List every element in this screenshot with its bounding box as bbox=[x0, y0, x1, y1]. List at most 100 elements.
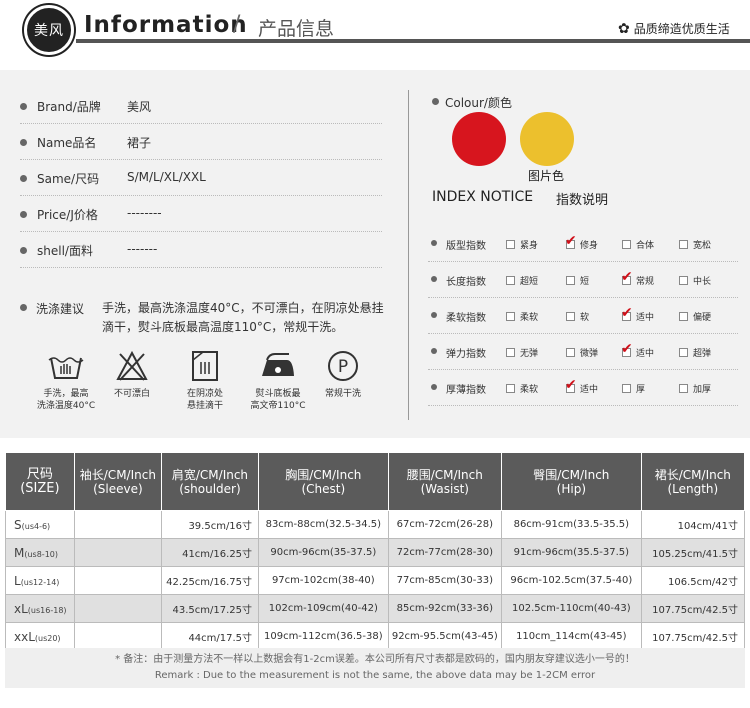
no-bleach-icon bbox=[116, 350, 148, 381]
slogan: ✿ 品质缔造优质生活 bbox=[618, 20, 730, 37]
check-icon: ✔ bbox=[621, 269, 633, 285]
index-row: 弹力指数 无弹 微弹 ✔ 适中 超弹 bbox=[428, 334, 738, 370]
header-en: (Length) bbox=[667, 481, 719, 496]
index-option[interactable]: 无弹 bbox=[506, 346, 538, 359]
dry-clean-icon: P bbox=[328, 351, 358, 381]
table-header-row: 尺码 (SIZE) 袖长/CM/Inch (Sleeve) 肩宽/CM/Inch (s… bbox=[5, 452, 746, 511]
index-option[interactable]: 中长 bbox=[679, 274, 711, 287]
table-row: S(us4-6) 39.5cm/16寸 83cm-88cm(32.5-34.5) 67… bbox=[5, 510, 746, 539]
index-name: 厚薄指数 bbox=[446, 385, 486, 396]
index-name: 柔软指数 bbox=[446, 313, 486, 324]
checkbox[interactable] bbox=[566, 276, 575, 285]
checkbox[interactable]: ✔ bbox=[565, 233, 577, 249]
info-row-fabric: shell/面料 ------- bbox=[20, 232, 382, 268]
header-en: (Sleeve) bbox=[93, 481, 143, 496]
checkbox[interactable]: ✔ bbox=[621, 341, 633, 357]
checkbox[interactable] bbox=[506, 312, 515, 321]
index-name: 弹力指数 bbox=[446, 349, 486, 360]
header-waist: 腰围/CM/Inch (Wasist) bbox=[387, 452, 502, 511]
checkbox[interactable] bbox=[506, 384, 515, 393]
size-name: xxL bbox=[14, 629, 35, 644]
care-caption: 手洗，最高 bbox=[43, 389, 89, 399]
info-label: Brand/品牌 bbox=[37, 100, 101, 114]
size-us: (us8-10) bbox=[24, 549, 58, 559]
bullet-icon bbox=[431, 384, 437, 390]
hip-cell: 102.5cm-110cm(40-43) bbox=[500, 594, 642, 623]
header-size: 尺码 (SIZE) bbox=[5, 452, 75, 511]
bullet-icon bbox=[20, 103, 27, 110]
option-label: 厚 bbox=[636, 385, 646, 395]
option-label: 软 bbox=[580, 313, 590, 323]
checkbox[interactable] bbox=[679, 276, 688, 285]
index-option[interactable]: 短 bbox=[566, 274, 589, 287]
header-en: (Hip) bbox=[556, 481, 586, 496]
option-label: 微弹 bbox=[580, 349, 599, 359]
index-option[interactable]: ✔ 修身 bbox=[565, 233, 598, 251]
header-cn: 胸围/CM/Inch bbox=[285, 467, 362, 482]
index-option[interactable]: 超弹 bbox=[679, 346, 711, 359]
bullet-icon bbox=[20, 139, 27, 146]
option-label: 适中 bbox=[580, 385, 599, 395]
option-label: 适中 bbox=[636, 349, 655, 359]
info-panel: Brand/品牌 美风 Name品名 裙子 Same/尺码 S/M/L/XL/X… bbox=[0, 70, 750, 438]
size-name: xL bbox=[14, 601, 28, 616]
info-value: -------- bbox=[127, 206, 162, 220]
checkbox[interactable] bbox=[566, 348, 575, 357]
waist-cell: 92cm-95.5cm(43-45) bbox=[387, 622, 502, 651]
header-cn: 腰围/CM/Inch bbox=[406, 467, 483, 482]
checkbox[interactable] bbox=[679, 240, 688, 249]
checkbox[interactable] bbox=[679, 384, 688, 393]
index-option[interactable]: ✔ 适中 bbox=[621, 341, 655, 359]
index-option[interactable]: 合体 bbox=[622, 238, 654, 251]
index-row: 长度指数 超短 短 ✔ 常规 中长 bbox=[428, 262, 738, 298]
flower-icon: ✿ bbox=[618, 20, 630, 37]
index-option[interactable]: ✔ 适中 bbox=[565, 377, 599, 395]
note-cn: * 备注：由于测量方法不一样以上数据会有1-2cm误差。本公司所有尺寸表都是欧码… bbox=[115, 654, 635, 665]
checkbox[interactable]: ✔ bbox=[621, 269, 633, 285]
bullet-icon bbox=[432, 98, 439, 105]
check-icon: ✔ bbox=[621, 341, 633, 357]
option-label: 适中 bbox=[636, 313, 655, 323]
table-row: M(us8-10) 41cm/16.25寸 90cm-96cm(35-37.5) 72… bbox=[5, 538, 746, 567]
size-note: * 备注：由于测量方法不一样以上数据会有1-2cm误差。本公司所有尺寸表都是欧码… bbox=[5, 648, 745, 688]
index-option[interactable]: 柔软 bbox=[506, 382, 538, 395]
index-option[interactable]: 柔软 bbox=[506, 310, 538, 323]
index-option[interactable]: 加厚 bbox=[679, 382, 711, 395]
header-length: 裙长/CM/Inch (Length) bbox=[640, 452, 746, 511]
waist-cell: 85cm-92cm(33-36) bbox=[387, 594, 502, 623]
checkbox[interactable]: ✔ bbox=[621, 305, 633, 321]
index-option[interactable]: 软 bbox=[566, 310, 589, 323]
checkbox[interactable] bbox=[622, 240, 631, 249]
checkbox[interactable] bbox=[506, 240, 515, 249]
care-item-drip-dry: 在阴凉处 悬挂滴干 bbox=[173, 350, 237, 412]
header-shoulder: 肩宽/CM/Inch (shoulder) bbox=[160, 452, 260, 511]
header-sleeve: 袖长/CM/Inch (Sleeve) bbox=[73, 452, 162, 511]
index-option[interactable]: 超短 bbox=[506, 274, 538, 287]
index-option[interactable]: 微弹 bbox=[566, 346, 598, 359]
checkbox[interactable] bbox=[679, 348, 688, 357]
option-label: 超弹 bbox=[693, 349, 712, 359]
checkbox[interactable] bbox=[506, 348, 515, 357]
length-cell: 105.25cm/41.5寸 bbox=[640, 538, 746, 567]
index-option[interactable]: 厚 bbox=[622, 382, 645, 395]
checkbox[interactable] bbox=[506, 276, 515, 285]
checkbox[interactable] bbox=[622, 384, 631, 393]
info-value: S/M/L/XL/XXL bbox=[127, 170, 206, 184]
care-item-iron: 熨斗底板最 高文帝110°C bbox=[243, 350, 313, 412]
size-name: L bbox=[14, 573, 21, 588]
option-label: 无弹 bbox=[520, 349, 539, 359]
care-caption: 在阴凉处 bbox=[186, 389, 223, 399]
colour-label: Colour/颜色 bbox=[445, 96, 512, 110]
bullet-icon bbox=[20, 247, 27, 254]
index-option[interactable]: ✔ 常规 bbox=[621, 269, 654, 287]
checkbox[interactable] bbox=[566, 312, 575, 321]
checkbox[interactable] bbox=[679, 312, 688, 321]
index-option[interactable]: 宽松 bbox=[679, 238, 711, 251]
index-option[interactable]: 紧身 bbox=[506, 238, 538, 251]
title-separator: / bbox=[233, 12, 241, 37]
page-title-cn: 产品信息 bbox=[258, 18, 335, 40]
drip-dry-shade-icon bbox=[192, 351, 218, 381]
index-option[interactable]: 偏硬 bbox=[679, 310, 711, 323]
index-option[interactable]: ✔ 适中 bbox=[621, 305, 655, 323]
checkbox[interactable]: ✔ bbox=[565, 377, 577, 393]
